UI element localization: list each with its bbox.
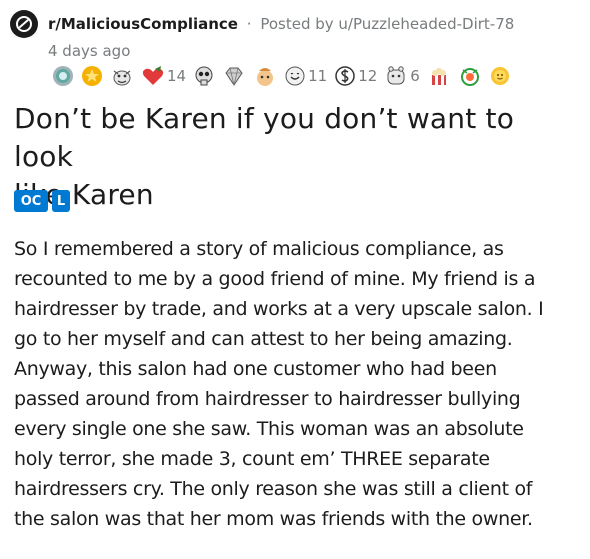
post-timestamp[interactable]: 4 days ago	[48, 41, 130, 61]
award-bravo[interactable]	[458, 65, 482, 87]
post-title-line-1: Don’t be Karen if you don’t want to look	[14, 102, 515, 173]
flair-l[interactable]: L	[52, 190, 70, 212]
award-gold[interactable]	[81, 65, 103, 87]
wholesome-award-icon	[285, 66, 305, 86]
helpful-award-icon	[113, 70, 131, 86]
post-body-line: passed around from hairdresser to hairdr…	[14, 388, 521, 410]
post-body-line: hairdressers cry. The only reason she wa…	[14, 478, 533, 500]
mind-blown-award-icon	[257, 68, 274, 86]
post-body-line: recounted to me by a good friend of mine…	[14, 268, 536, 290]
post-body: So I remembered a story of malicious com…	[14, 234, 584, 534]
award-count: 11	[308, 67, 328, 85]
awards-bar[interactable]: 14 11 12 6	[52, 64, 511, 88]
sun-award-icon	[490, 67, 509, 85]
post-body-line: holy terror, she made 3, count em’ THREE…	[14, 448, 490, 470]
flair-oc[interactable]: OC	[14, 190, 48, 212]
heart-award-icon	[142, 66, 164, 85]
author-link[interactable]: u/Puzzleheaded-Dirt-78	[338, 15, 514, 33]
award-mind-blown[interactable]	[253, 65, 277, 87]
bravo-award-icon	[460, 68, 479, 86]
dollar-award-icon	[335, 66, 355, 86]
posted-by-label: Posted by	[260, 15, 334, 33]
subreddit-link[interactable]: r/MaliciousCompliance	[48, 15, 238, 33]
award-popcorn[interactable]	[427, 65, 451, 87]
meta-separator: ·	[246, 15, 252, 33]
award-dollar[interactable]: 12	[334, 65, 377, 87]
award-count: 12	[358, 67, 378, 85]
subreddit-avatar[interactable]	[10, 10, 38, 38]
award-count: 6	[410, 67, 420, 85]
post-flairs: OC L	[14, 190, 70, 212]
post-body-line: the salon was that her mom was friends w…	[14, 508, 533, 530]
gem-award-icon	[225, 67, 243, 86]
post-body-line: So I remembered a story of malicious com…	[14, 238, 504, 260]
post-header: r/MaliciousCompliance · Posted by u/Puzz…	[10, 8, 582, 64]
subreddit-icon	[16, 16, 32, 32]
award-gem[interactable]	[222, 65, 246, 87]
award-silver[interactable]	[52, 65, 74, 87]
post-body-line: Anyway, this salon had one customer who …	[14, 358, 497, 380]
silver-award-icon	[53, 66, 73, 86]
post-title[interactable]: Don’t be Karen if you don’t want to look…	[14, 100, 574, 214]
post-body-line: hairdresser by trade, and works at a ver…	[14, 298, 544, 320]
skull-award-icon	[195, 66, 213, 86]
award-wholesome[interactable]: 11	[284, 65, 327, 87]
post-body-line: go to her myself and can attest to her b…	[14, 328, 513, 350]
award-hug[interactable]: 6	[384, 65, 420, 87]
hug-award-icon	[387, 66, 405, 85]
award-count: 14	[167, 67, 187, 85]
post-meta: r/MaliciousCompliance · Posted by u/Puzz…	[48, 14, 514, 34]
post-body-line: every single one she saw. This woman was…	[14, 418, 524, 440]
award-helpful[interactable]	[110, 65, 134, 87]
award-skull[interactable]	[193, 65, 215, 87]
popcorn-award-icon	[431, 67, 446, 85]
award-heart[interactable]: 14	[141, 65, 186, 87]
award-sun[interactable]	[489, 65, 511, 87]
gold-award-icon	[82, 66, 102, 86]
